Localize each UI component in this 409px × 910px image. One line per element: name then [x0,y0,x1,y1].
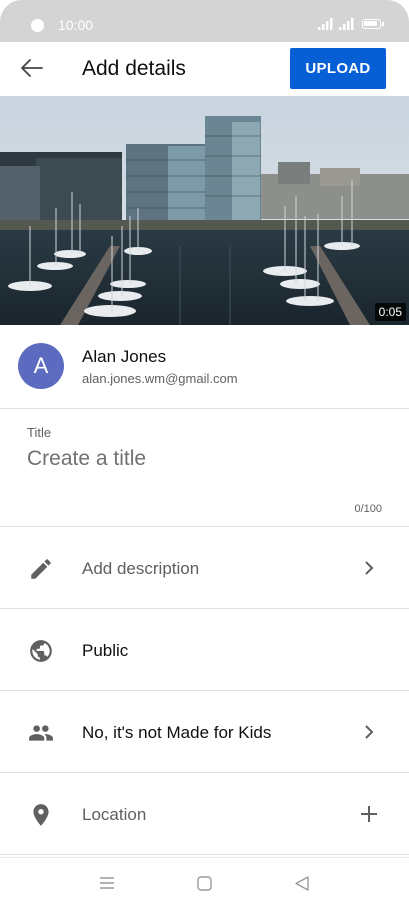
location-pin-icon [33,804,49,826]
people-icon [29,725,53,741]
wifi-signal-icon [318,18,333,30]
notification-dot-icon [31,19,44,32]
page-title: Add details [82,57,186,80]
visibility-label: Public [82,641,129,660]
account-name: Alan Jones [82,347,167,366]
video-thumbnail[interactable]: 0:05 [0,96,409,325]
audience-row[interactable]: No, it's not Made for Kids [0,691,409,773]
cell-signal-icon [339,18,354,30]
add-description-label: Add description [82,559,200,578]
visibility-row[interactable]: Public [0,609,409,691]
title-character-counter: 0/100 [354,503,382,515]
video-preview-image [0,96,409,325]
account-email: alan.jones.wm@gmail.com [82,371,238,386]
plus-icon[interactable] [359,804,379,824]
chevron-right-icon [365,725,374,739]
video-duration-badge: 0:05 [374,303,406,321]
back-triangle-icon[interactable] [295,876,309,891]
battery-icon [362,19,384,29]
app-header: Add details UPLOAD [0,42,409,96]
chevron-right-icon [365,561,374,575]
status-bar: 10:00 [0,0,409,42]
title-input[interactable] [27,447,377,471]
status-time: 10:00 [58,17,94,33]
system-nav-bar [0,857,409,910]
avatar: A [18,343,64,389]
menu-icon[interactable] [99,876,115,890]
location-row[interactable]: Location [0,773,409,855]
audience-label: No, it's not Made for Kids [82,723,272,742]
back-arrow-icon[interactable] [18,54,46,82]
account-row: A Alan Jones alan.jones.wm@gmail.com [0,325,409,409]
home-icon[interactable] [197,876,212,891]
globe-icon [30,640,52,662]
add-description-row[interactable]: Add description [0,527,409,609]
location-label: Location [82,805,147,824]
title-label: Title [27,425,52,440]
upload-button[interactable]: UPLOAD [290,48,386,89]
title-section: Title 0/100 [0,409,409,527]
pencil-icon [31,559,51,579]
